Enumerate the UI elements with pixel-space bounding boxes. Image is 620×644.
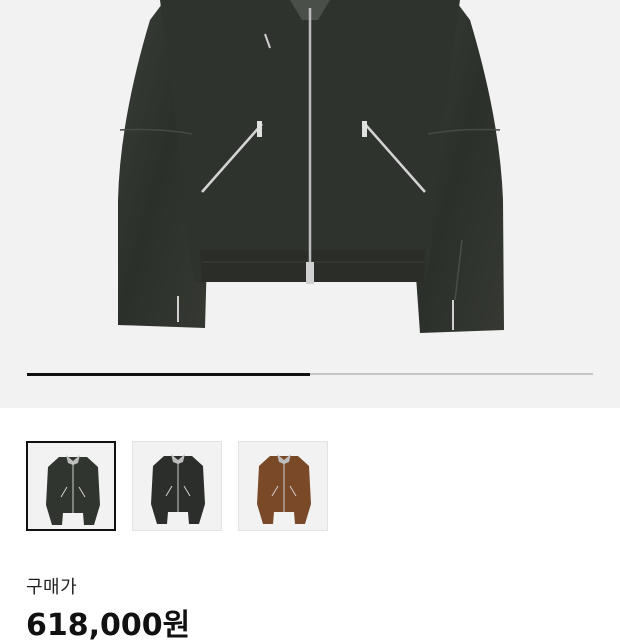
jacket-thumbnail-image [46,455,100,525]
thumbnail-1[interactable] [26,441,116,531]
price-label: 구매가 [26,577,78,598]
thumbnail-2[interactable] [132,441,222,531]
jacket-thumbnail-image [151,454,205,524]
jacket-thumbnail-image [257,454,311,524]
carousel-progress-fill [27,372,310,376]
thumbnail-strip [26,441,346,534]
carousel-progress-bar [27,372,593,376]
product-image-carousel[interactable] [0,0,620,408]
thumbnail-3[interactable] [238,441,328,531]
jacket-photo [118,0,504,333]
price-value: 618,000원 [26,608,191,643]
